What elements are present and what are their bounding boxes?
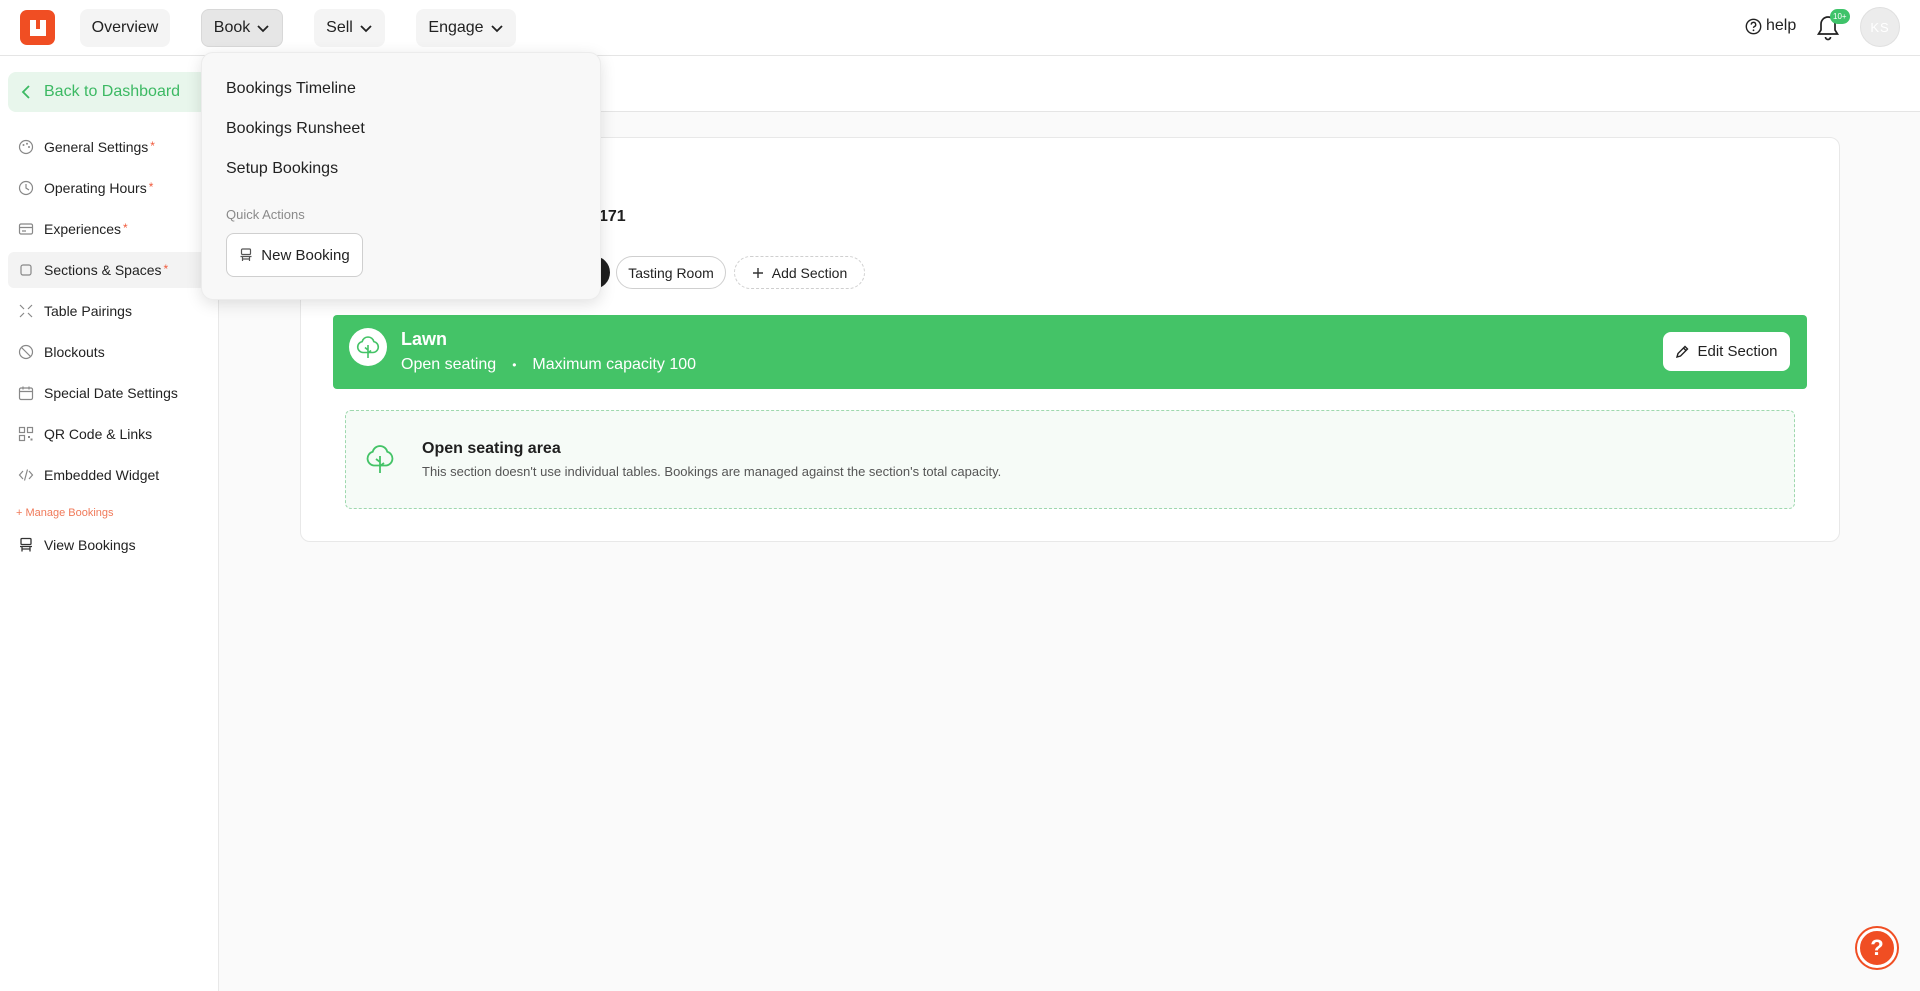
sidebar-item-general-settings[interactable]: General Settings * xyxy=(8,129,208,165)
sidebar-item-label: Blockouts xyxy=(44,344,105,360)
tree-icon xyxy=(366,445,394,473)
pairing-icon xyxy=(19,304,33,318)
open-area-title: Open seating area xyxy=(422,440,561,457)
plus-icon xyxy=(752,267,763,278)
nav-sell[interactable]: Sell xyxy=(314,9,385,47)
section-summary: Open seating • Maximum capacity 100 xyxy=(401,356,696,374)
avatar[interactable]: KS xyxy=(1860,7,1900,47)
edit-section-button[interactable]: Edit Section xyxy=(1663,332,1790,371)
back-to-dashboard-button[interactable]: Back to Dashboard xyxy=(8,72,208,112)
sidebar-item-table-pairings[interactable]: Table Pairings xyxy=(8,293,208,329)
book-dropdown-menu: Bookings Timeline Bookings Runsheet Setu… xyxy=(201,52,601,300)
square-icon xyxy=(20,264,32,276)
lawn-section-header: Lawn Open seating • Maximum capacity 100… xyxy=(333,315,1807,389)
sidebar-item-label: QR Code & Links xyxy=(44,426,153,442)
sidebar: Back to Dashboard General Settings * Oper… xyxy=(0,56,219,991)
quick-actions-label: Quick Actions xyxy=(226,207,305,222)
sidebar-item-experiences[interactable]: Experiences * xyxy=(8,211,208,247)
help-fab-button[interactable]: ? xyxy=(1857,928,1897,968)
nav-book-label: Book xyxy=(213,19,251,36)
nav-sell-label: Sell xyxy=(326,19,353,36)
top-navigation-bar: Overview Book Sell Engage help 10+ KS xyxy=(0,0,1920,56)
sidebar-item-sections-spaces[interactable]: Sections & Spaces * xyxy=(8,252,208,288)
add-section-label: Add Section xyxy=(771,264,848,281)
nav-overview[interactable]: Overview xyxy=(80,9,170,47)
sidebar-item-qr-code-links[interactable]: QR Code & Links xyxy=(8,416,208,452)
partial-heading-number: 171 xyxy=(599,208,626,225)
sidebar-item-label: Embedded Widget xyxy=(44,467,160,483)
capacity-text: Maximum capacity 100 xyxy=(532,356,697,373)
sidebar-item-label: Special Date Settings xyxy=(44,385,178,401)
separator-dot: • xyxy=(512,358,517,372)
chair-icon xyxy=(20,537,32,552)
pencil-icon xyxy=(1676,345,1689,358)
logo-icon xyxy=(29,19,46,36)
clock-icon xyxy=(18,180,34,196)
chair-icon xyxy=(240,248,252,261)
new-booking-label: New Booking xyxy=(261,246,350,264)
back-label: Back to Dashboard xyxy=(44,83,181,100)
menu-item-bookings-timeline[interactable]: Bookings Timeline xyxy=(226,80,356,98)
menu-item-setup-bookings[interactable]: Setup Bookings xyxy=(226,160,338,178)
chevron-down-icon xyxy=(360,25,372,33)
notification-badge: 10+ xyxy=(1830,9,1850,24)
help-link[interactable]: help xyxy=(1745,17,1796,35)
sidebar-item-view-bookings[interactable]: View Bookings xyxy=(8,527,208,563)
palette-icon xyxy=(18,139,34,155)
section-tab-tasting-room[interactable]: Tasting Room xyxy=(616,256,726,289)
add-section-button[interactable]: Add Section xyxy=(734,256,865,289)
sidebar-item-label: Experiences * xyxy=(44,221,128,237)
sidebar-item-embedded-widget[interactable]: Embedded Widget xyxy=(8,457,208,493)
nav-book[interactable]: Book xyxy=(201,9,283,47)
app-logo[interactable] xyxy=(20,10,55,45)
nav-overview-label: Overview xyxy=(91,19,159,36)
sidebar-item-label: Operating Hours * xyxy=(44,180,154,196)
nav-engage-label: Engage xyxy=(428,19,484,36)
question-circle-icon xyxy=(1745,18,1762,34)
open-seating-area-panel: Open seating area This section doesn't u… xyxy=(345,410,1795,509)
chevron-left-icon xyxy=(21,85,30,99)
chevron-down-icon xyxy=(257,25,269,33)
help-label: help xyxy=(1766,17,1797,34)
menu-item-bookings-runsheet[interactable]: Bookings Runsheet xyxy=(226,120,365,138)
sidebar-item-label: Table Pairings xyxy=(44,303,132,319)
new-booking-button[interactable]: New Booking xyxy=(226,233,363,277)
code-icon xyxy=(18,469,34,481)
sidebar-item-blockouts[interactable]: Blockouts xyxy=(8,334,208,370)
qr-icon xyxy=(18,426,34,442)
card-icon xyxy=(18,223,34,235)
sidebar-item-label: General Settings * xyxy=(44,139,155,155)
tree-icon xyxy=(349,328,387,366)
nav-engage[interactable]: Engage xyxy=(416,9,516,47)
ban-icon xyxy=(18,344,34,360)
seating-type: Open seating xyxy=(401,356,497,373)
open-area-description: This section doesn't use individual tabl… xyxy=(422,464,1002,479)
chevron-down-icon xyxy=(490,25,503,33)
sidebar-item-label: Sections & Spaces * xyxy=(44,262,169,278)
calendar-icon xyxy=(18,386,34,401)
sidebar-item-operating-hours[interactable]: Operating Hours * xyxy=(8,170,208,206)
sidebar-item-label: View Bookings xyxy=(44,537,136,553)
section-title: Lawn xyxy=(401,329,448,349)
manage-bookings-section-label: + Manage Bookings xyxy=(16,507,114,519)
sidebar-item-special-date-settings[interactable]: Special Date Settings xyxy=(8,375,208,411)
edit-section-label: Edit Section xyxy=(1697,343,1778,360)
